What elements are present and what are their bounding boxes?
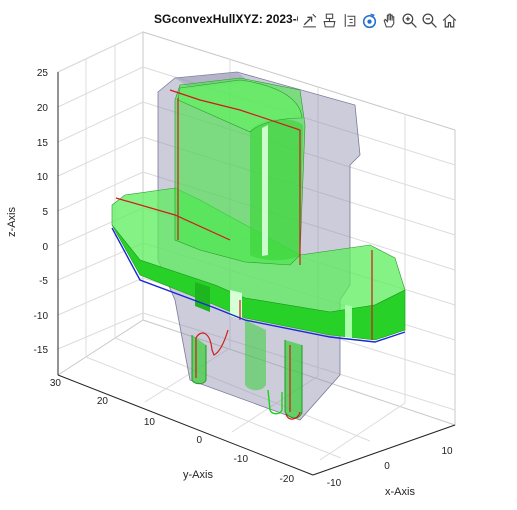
y-tick-label: 20 [97,396,109,407]
brush-icon[interactable] [320,10,338,30]
x-tick-label: -10 [327,478,342,489]
z-tick-label: 20 [37,103,49,114]
x-tick-label: 0 [384,461,390,472]
z-tick-label: 5 [42,207,48,218]
y-tick-label: 0 [196,435,202,446]
z-tick-label: 15 [37,138,49,149]
figure-title: SGconvexHullXYZ: 2023-02 [154,12,311,26]
zoom-out-icon[interactable] [420,10,438,30]
z-tick-label: -15 [34,345,49,356]
y-tick-label: -10 [234,454,249,465]
zoom-in-icon[interactable] [400,10,418,30]
y-tick-label: 30 [50,378,62,389]
z-tick-label: -10 [34,311,49,322]
x-axis-label: x-Axis [385,486,415,498]
z-axis-label: z-Axis [6,207,18,237]
z-tick-label: 0 [42,242,48,253]
y-tick-label: 10 [144,417,156,428]
x-tick-label: 10 [441,446,453,457]
z-tick-label: -5 [39,276,48,287]
export-icon[interactable] [300,10,318,30]
home-icon[interactable] [440,10,458,30]
z-tick-label: 25 [37,68,49,79]
z-tick-label: 10 [37,172,49,183]
y-tick-label: -20 [280,474,295,485]
axes-toolbar [298,9,458,31]
datatip-icon[interactable] [340,10,358,30]
solid-green-part [111,77,406,419]
pan-icon[interactable] [380,10,398,30]
rotate-icon[interactable] [360,10,378,30]
y-axis-label: y-Axis [183,469,213,481]
x-ticks: -10 0 10 [327,446,453,489]
figure-window: 25 20 15 10 5 0 -5 -10 -15 z-Axis 30 20 … [0,0,517,510]
z-ticks: 25 20 15 10 5 0 -5 -10 -15 [34,68,49,356]
axes-3d[interactable]: 25 20 15 10 5 0 -5 -10 -15 z-Axis 30 20 … [0,0,517,510]
